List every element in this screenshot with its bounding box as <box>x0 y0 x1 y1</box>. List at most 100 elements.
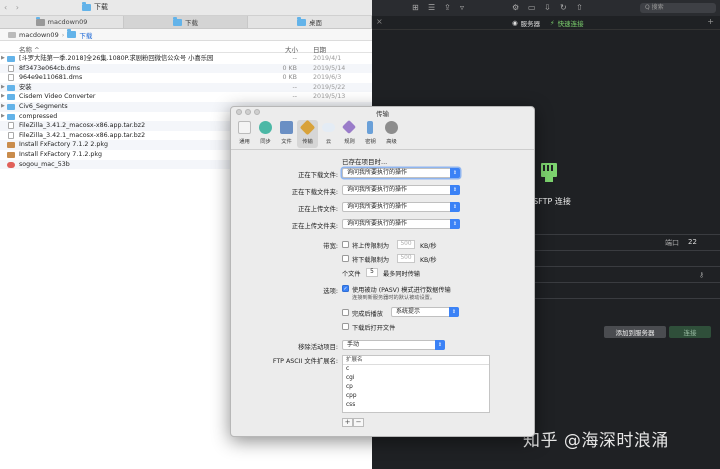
select-value: 系统提示 <box>396 308 421 315</box>
chevron-updown-icon: ⇕ <box>449 307 459 317</box>
disclosure-triangle-icon[interactable]: ▶ <box>1 54 5 64</box>
disclosure-triangle-icon[interactable]: ▶ <box>1 102 5 112</box>
column-name[interactable]: 名称 ^ <box>19 44 40 54</box>
watermark: 知乎 @海深时浪涌 <box>523 431 669 451</box>
refresh-icon[interactable]: ↻ <box>560 3 567 12</box>
disclosure-triangle-icon[interactable]: ▶ <box>1 112 5 122</box>
folder-icon <box>7 113 15 120</box>
rules-icon <box>341 119 357 135</box>
extension-list[interactable]: 扩展名 c cgi cp cpp css <box>342 355 490 413</box>
close-icon[interactable]: × <box>376 17 383 26</box>
upload-file-label: 正在上传文件: <box>298 206 338 213</box>
share-icon[interactable]: ⇪ <box>444 3 451 12</box>
passive-mode-note: 连接到新服务器时的默认被动设置。 <box>352 295 436 301</box>
list-item[interactable]: css <box>343 401 489 410</box>
select-value: 手动 <box>347 341 360 348</box>
open-after-download-checkbox[interactable] <box>342 323 349 330</box>
select-value: 询问我所要执行的操作 <box>347 169 408 176</box>
file-icon <box>280 121 293 134</box>
limit-download-checkbox[interactable] <box>342 255 349 262</box>
add-extension-button[interactable]: + <box>342 418 353 427</box>
list-item[interactable]: ▶ Cisdem Video Converter -- 2019/5/13 <box>0 92 372 102</box>
list-item[interactable]: cpp <box>343 392 489 401</box>
path-current[interactable]: 下载 <box>79 30 92 40</box>
divider <box>522 250 720 251</box>
add-to-servers-button[interactable]: 添加到服务器 <box>604 326 666 338</box>
upload-folder-select[interactable]: 询问我所要执行的操作 ⇕ <box>342 219 460 229</box>
extension-column-header[interactable]: 扩展名 <box>343 356 489 365</box>
list-icon[interactable]: ☰ <box>428 3 435 12</box>
tab-general[interactable]: 通用 <box>234 120 255 148</box>
filter-icon[interactable]: ▿ <box>460 3 464 12</box>
sidebar-toggle-icon[interactable]: ▭ <box>528 3 536 12</box>
add-icon[interactable]: + <box>707 17 714 26</box>
options-label: 选项: <box>323 288 338 295</box>
path-root[interactable]: macdown09 <box>19 31 59 39</box>
list-item[interactable]: ▶ 安装 -- 2019/5/22 <box>0 82 372 93</box>
existing-items-header: 已存在项目时... <box>342 158 388 166</box>
file-name: 964e9e110681.dms <box>19 74 83 82</box>
passive-mode-checkbox[interactable]: ✓ <box>342 285 349 292</box>
tab-label: macdown09 <box>47 18 88 26</box>
column-size[interactable]: 大小 <box>285 44 298 54</box>
remove-extension-button[interactable]: − <box>353 418 364 427</box>
upload-file-select[interactable]: 询问我所要执行的操作 ⇕ <box>342 202 460 212</box>
list-item[interactable]: 964e9e110681.dms 0 KB 2019/6/3 <box>0 73 372 83</box>
upload-limit-input[interactable]: 500 <box>397 240 415 249</box>
tab-transfer[interactable]: 传输 <box>297 119 318 148</box>
tab-quick-connect[interactable]: ⚡ 快速连接 <box>550 18 584 28</box>
sort-ascending-icon: ^ <box>34 46 40 54</box>
remove-active-select[interactable]: 手动 ⇕ <box>342 340 445 350</box>
add-remove-controls: + − <box>342 418 364 427</box>
download-file-select[interactable]: 询问我所要执行的操作 ⇕ <box>342 168 460 178</box>
tab-desktop[interactable]: 桌面 <box>248 16 372 28</box>
list-item[interactable]: 8f3473e064cb.dms 0 KB 2019/5/14 <box>0 63 372 74</box>
tab-files[interactable]: 文件 <box>276 120 297 148</box>
port-field[interactable]: 22 <box>688 238 697 246</box>
download-folder-select[interactable]: 询问我所要执行的操作 ⇕ <box>342 185 460 195</box>
tab-macdown09[interactable]: macdown09 <box>0 16 124 28</box>
bandwidth-label: 带宽: <box>323 243 338 250</box>
file-name: 8f3473e064cb.dms <box>19 64 81 72</box>
disclosure-triangle-icon[interactable]: ▶ <box>1 92 5 102</box>
play-sound-checkbox[interactable] <box>342 309 349 316</box>
archive-icon <box>8 122 14 130</box>
concurrent-transfers-input[interactable]: 5 <box>366 268 378 277</box>
limit-upload-checkbox[interactable] <box>342 241 349 248</box>
download-limit-input[interactable]: 500 <box>397 254 415 263</box>
tab-label: 同步 <box>260 139 271 145</box>
tab-servers[interactable]: ◉ 服务器 <box>512 18 540 28</box>
list-item[interactable]: c <box>343 365 489 374</box>
list-item[interactable]: cgi <box>343 374 489 383</box>
search-input[interactable]: Q 搜索 <box>640 3 716 13</box>
dialog-titlebar: 传输 <box>231 107 534 118</box>
concurrent-suffix: 最多同时传输 <box>383 271 421 278</box>
upload-icon[interactable]: ⇧ <box>576 3 583 12</box>
tab-label: 服务器 <box>520 20 541 28</box>
sound-select[interactable]: 系统提示 ⇕ <box>391 307 459 317</box>
select-value: 询问我所要执行的操作 <box>347 186 408 193</box>
list-item[interactable]: cp <box>343 383 489 392</box>
disclosure-triangle-icon[interactable]: ▶ <box>1 83 5 93</box>
column-header: 名称 ^ 大小 日期 <box>0 41 372 54</box>
connect-button[interactable]: 连接 <box>669 326 711 338</box>
tab-advanced[interactable]: 高级 <box>381 120 402 148</box>
column-date[interactable]: 日期 <box>313 44 326 54</box>
grid-icon[interactable]: ⊞ <box>412 3 419 12</box>
transfer-preferences-dialog: 传输 通用 同步 文件 传输 云 规则 密钥 高级 已存在项目时... 正在下载… <box>230 106 535 437</box>
tab-rules[interactable]: 规则 <box>339 119 360 148</box>
file-name: Civ6_Segments <box>19 102 68 110</box>
list-item[interactable]: ▶ [斗罗大陆第一季.2018]全26集.1080P.求剧粉回微信公众号 小喜乐园… <box>0 54 372 64</box>
file-size: 0 KB <box>282 64 297 72</box>
folder-icon <box>7 84 15 91</box>
key-icon[interactable]: ⚷ <box>699 271 704 279</box>
back-forward-icon[interactable]: ‹ › <box>4 3 22 12</box>
tab-keys[interactable]: 密钥 <box>360 120 381 148</box>
file-size: 0 KB <box>282 74 297 82</box>
download-icon[interactable]: ⇩ <box>544 3 551 12</box>
tab-sync[interactable]: 同步 <box>255 120 276 148</box>
tab-downloads[interactable]: 下载 <box>124 16 248 28</box>
tab-cloud[interactable]: 云 <box>318 120 339 148</box>
settings-icon[interactable]: ⚙ <box>512 3 519 12</box>
tab-label: 通用 <box>239 139 250 145</box>
